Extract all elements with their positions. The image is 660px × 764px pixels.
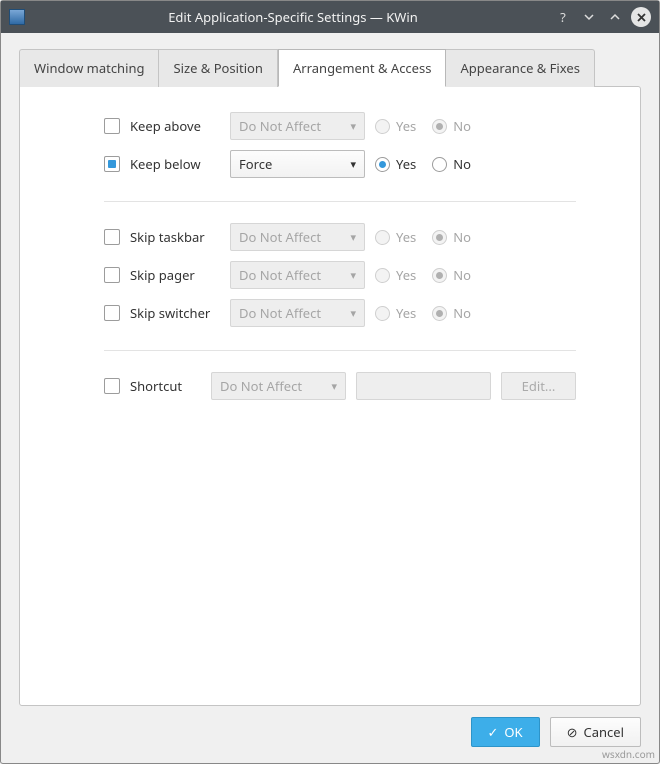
- separator: [104, 350, 576, 351]
- chevron-down-icon: ▾: [331, 379, 337, 394]
- skip-switcher-label: Skip switcher: [130, 304, 220, 322]
- tab-window-matching[interactable]: Window matching: [19, 49, 159, 87]
- keep-below-checkbox[interactable]: [104, 156, 120, 172]
- skip-switcher-mode-combo: Do Not Affect ▾: [230, 299, 365, 327]
- skip-taskbar-label: Skip taskbar: [130, 228, 220, 246]
- keep-below-mode-combo[interactable]: Force ▾: [230, 150, 365, 178]
- shortcut-mode-value: Do Not Affect: [220, 377, 302, 395]
- keep-below-mode-value: Force: [239, 155, 272, 173]
- skip-pager-mode-combo: Do Not Affect ▾: [230, 261, 365, 289]
- tab-arrangement-access[interactable]: Arrangement & Access: [278, 49, 447, 87]
- tab-panel: Keep above Do Not Affect ▾ Yes No Keep b…: [19, 86, 641, 706]
- cancel-button[interactable]: ⊘ Cancel: [550, 717, 641, 747]
- skip-pager-mode-value: Do Not Affect: [239, 266, 321, 284]
- rule-shortcut: Shortcut Do Not Affect ▾ Edit...: [104, 367, 576, 405]
- rule-skip-taskbar: Skip taskbar Do Not Affect ▾ Yes No: [104, 218, 576, 256]
- skip-switcher-checkbox[interactable]: [104, 305, 120, 321]
- rule-keep-below: Keep below Force ▾ Yes No: [104, 145, 576, 183]
- tab-appearance-fixes[interactable]: Appearance & Fixes: [446, 49, 594, 87]
- dialog-footer: ✓ OK ⊘ Cancel: [471, 717, 642, 747]
- keep-below-no-radio[interactable]: No: [432, 155, 471, 173]
- title-bar: Edit Application-Specific Settings — KWi…: [1, 1, 659, 33]
- skip-pager-label: Skip pager: [130, 266, 220, 284]
- skip-switcher-yes-radio: Yes: [375, 304, 416, 322]
- skip-pager-no-radio: No: [432, 266, 471, 284]
- chevron-down-icon: [583, 11, 595, 23]
- chevron-down-icon: ▾: [350, 119, 356, 134]
- chevron-down-icon: ▾: [350, 230, 356, 245]
- skip-pager-checkbox[interactable]: [104, 267, 120, 283]
- skip-pager-yes-radio: Yes: [375, 266, 416, 284]
- skip-switcher-no-radio: No: [432, 304, 471, 322]
- watermark: wsxdn.com: [602, 747, 655, 761]
- keep-above-no-radio: No: [432, 117, 471, 135]
- shortcut-checkbox[interactable]: [104, 378, 120, 394]
- rule-keep-above: Keep above Do Not Affect ▾ Yes No: [104, 107, 576, 145]
- close-icon: [636, 12, 647, 23]
- rule-skip-switcher: Skip switcher Do Not Affect ▾ Yes No: [104, 294, 576, 332]
- shortcut-label: Shortcut: [130, 377, 201, 395]
- help-button[interactable]: ?: [553, 7, 573, 27]
- chevron-down-icon: ▾: [350, 268, 356, 283]
- ok-button[interactable]: ✓ OK: [471, 717, 540, 747]
- ok-label: OK: [504, 723, 522, 741]
- separator: [104, 201, 576, 202]
- shortcut-edit-button: Edit...: [501, 372, 576, 400]
- chevron-up-icon: [609, 11, 621, 23]
- skip-taskbar-mode-combo: Do Not Affect ▾: [230, 223, 365, 251]
- keep-above-yes-radio: Yes: [375, 117, 416, 135]
- rule-skip-pager: Skip pager Do Not Affect ▾ Yes No: [104, 256, 576, 294]
- tab-bar: Window matching Size & Position Arrangem…: [19, 49, 641, 87]
- chevron-down-icon: ▾: [350, 306, 356, 321]
- shortcut-input: [356, 372, 491, 400]
- skip-taskbar-mode-value: Do Not Affect: [239, 228, 321, 246]
- window-title: Edit Application-Specific Settings — KWi…: [33, 8, 553, 26]
- minimize-button[interactable]: [579, 7, 599, 27]
- app-icon: [9, 9, 25, 25]
- keep-above-mode-combo: Do Not Affect ▾: [230, 112, 365, 140]
- keep-below-label: Keep below: [130, 155, 220, 173]
- keep-above-mode-value: Do Not Affect: [239, 117, 321, 135]
- shortcut-mode-combo: Do Not Affect ▾: [211, 372, 346, 400]
- skip-taskbar-checkbox[interactable]: [104, 229, 120, 245]
- keep-below-yes-radio[interactable]: Yes: [375, 155, 416, 173]
- cancel-icon: ⊘: [567, 723, 578, 741]
- skip-taskbar-no-radio: No: [432, 228, 471, 246]
- chevron-down-icon: ▾: [350, 157, 356, 172]
- skip-taskbar-yes-radio: Yes: [375, 228, 416, 246]
- skip-switcher-mode-value: Do Not Affect: [239, 304, 321, 322]
- keep-above-label: Keep above: [130, 117, 220, 135]
- close-button[interactable]: [631, 7, 651, 27]
- tab-size-position[interactable]: Size & Position: [159, 49, 277, 87]
- check-icon: ✓: [488, 723, 499, 741]
- keep-above-checkbox[interactable]: [104, 118, 120, 134]
- maximize-button[interactable]: [605, 7, 625, 27]
- cancel-label: Cancel: [584, 723, 624, 741]
